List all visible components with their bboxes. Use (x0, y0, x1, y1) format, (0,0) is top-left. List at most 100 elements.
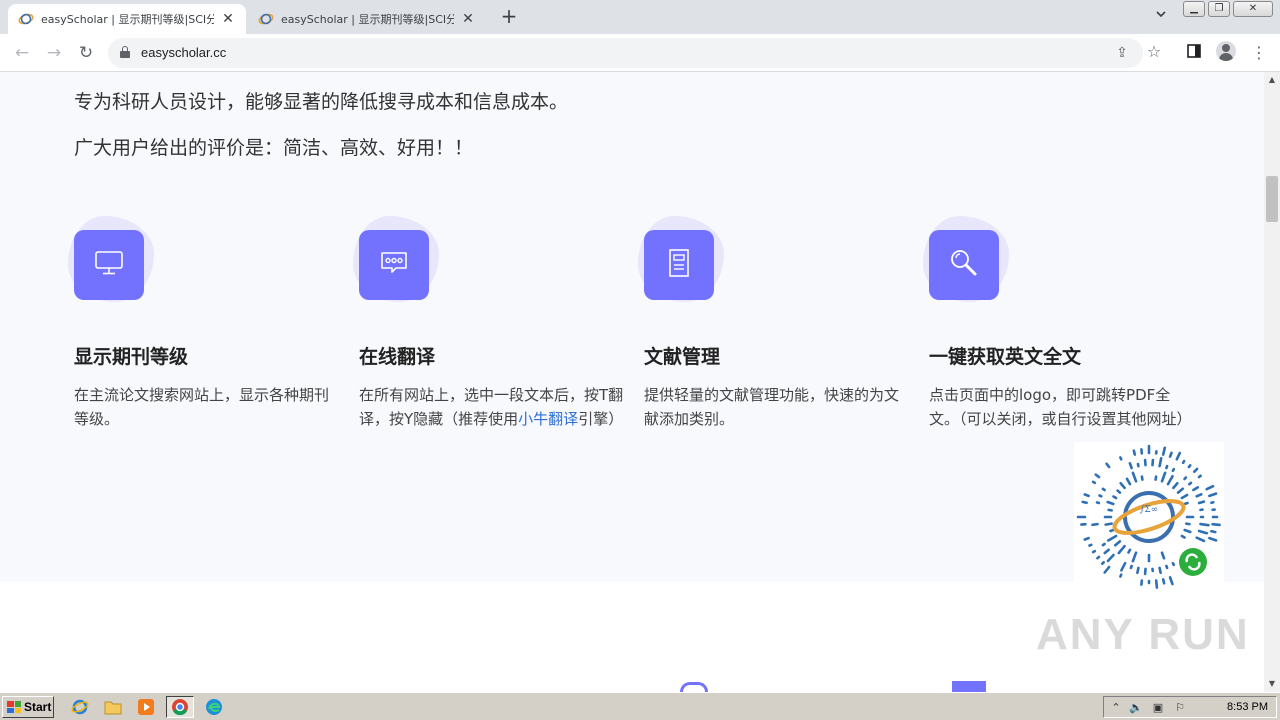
internet-explorer-icon[interactable] (66, 696, 94, 718)
niutrans-link[interactable]: 小牛翻译 (518, 410, 578, 428)
network-icon[interactable]: ▣ (1150, 700, 1166, 716)
edge-icon[interactable] (200, 696, 228, 718)
feature-journal-rank: 显示期刊等级 在主流论文搜索网站上，显示各种期刊等级。 (68, 216, 339, 431)
qr-dash (1188, 481, 1193, 486)
feature-reference-management: 文献管理 提供轻量的文献管理功能，快速的为文献添加类别。 (638, 216, 909, 431)
chrome-taskbar-icon[interactable] (166, 696, 194, 718)
start-label: Start (24, 700, 52, 714)
qr-dash (1113, 540, 1122, 547)
tab-close-icon[interactable]: ✕ (220, 11, 236, 27)
bookmark-star-icon[interactable]: ☆ (1146, 44, 1162, 60)
qr-dash (1180, 534, 1186, 539)
qr-dash (1129, 564, 1133, 570)
forward-arrow-icon[interactable]: → (43, 42, 65, 64)
qr-dash (1160, 471, 1167, 483)
back-arrow-icon[interactable]: ← (11, 42, 33, 64)
qr-dash (1106, 553, 1115, 563)
qr-dash (1160, 551, 1166, 560)
qr-logo-text: ∫Σ∞ (1140, 505, 1159, 515)
feature-description: 在主流论文搜索网站上，显示各种期刊等级。 (74, 386, 330, 428)
taskbar-clock[interactable]: 8:53 PM (1227, 701, 1268, 713)
close-window-button[interactable]: ✕ (1233, 1, 1273, 17)
new-tab-button[interactable]: + (498, 6, 520, 28)
qr-dash (1116, 489, 1122, 494)
reload-icon[interactable]: ↻ (75, 42, 97, 64)
action-center-flag-icon[interactable]: ⚐ (1172, 700, 1188, 716)
qr-dash (1171, 561, 1176, 567)
qr-dash (1106, 500, 1115, 506)
feature-description: 点击页面中的logo，即可跳转PDF全文。（可以关闭，或自行设置其他网址） (929, 386, 1192, 428)
qr-dash (1176, 487, 1184, 494)
qr-dash (1158, 456, 1163, 468)
tab-strip: easyScholar | 显示期刊等级|SCI分区 ✕ easyScholar… (0, 0, 1280, 34)
qr-dash (1211, 522, 1221, 527)
tab-title: easyScholar | 显示期刊等级|SCI分区 (281, 13, 454, 26)
feature-title: 在线翻译 (359, 346, 436, 368)
qr-dash (1197, 500, 1206, 505)
qr-dash (1197, 474, 1202, 479)
minimize-button[interactable]: ▁ (1183, 1, 1205, 17)
qr-dash (1117, 544, 1126, 555)
tab-search-chevron-icon[interactable] (1152, 8, 1170, 26)
tab-easyscholar-2[interactable]: easyScholar | 显示期刊等级|SCI分区 ✕ (248, 4, 486, 34)
qr-dash (1208, 492, 1218, 498)
feature-title: 文献管理 (644, 346, 721, 368)
qr-dash (1083, 536, 1090, 541)
intro-line-1: 专为科研人员设计，能够显著的降低搜寻成本和信息成本。 (74, 91, 569, 113)
qr-dash (1095, 501, 1101, 505)
qr-dash (1171, 467, 1176, 473)
menu-kebab-icon[interactable]: ⋮ (1248, 42, 1270, 64)
qr-dash (1183, 476, 1188, 481)
side-panel-icon[interactable] (1183, 42, 1205, 64)
qr-dash (1183, 528, 1192, 534)
feature-title: 显示期刊等级 (74, 346, 189, 368)
qr-dash (1100, 561, 1106, 565)
qr-dash (1106, 534, 1118, 542)
magnifier-icon (949, 248, 979, 282)
document-icon (666, 248, 692, 282)
qr-dash (1208, 536, 1218, 542)
scroll-down-arrow-icon[interactable]: ▼ (1264, 676, 1280, 692)
qr-dash (1101, 542, 1106, 547)
feature-description: 在所有网站上，选中一段文本后，按T翻译，按Y隐藏（推荐使用小牛翻译引擎） (359, 386, 624, 428)
qr-dash (1165, 564, 1169, 570)
easyscholar-favicon-icon (258, 11, 274, 27)
qr-dash (1127, 548, 1132, 554)
qr-dash (1109, 528, 1115, 533)
qr-dash (1131, 551, 1138, 563)
media-player-icon[interactable] (132, 696, 160, 718)
mini-program-qr-code: ∫Σ∞ (1074, 442, 1224, 592)
restore-button[interactable]: ❐ (1208, 1, 1230, 17)
qr-dash (1136, 566, 1140, 575)
qr-dash (1091, 549, 1097, 554)
url-text: easyscholar.cc (141, 45, 227, 60)
address-bar[interactable]: easyscholar.cc ⇪ ☆ (108, 38, 1161, 68)
profile-avatar-icon[interactable] (1216, 41, 1236, 61)
qr-dash (1195, 536, 1206, 543)
tab-easyscholar-1[interactable]: easyScholar | 显示期刊等级|SCI分区 ✕ (8, 4, 246, 34)
qr-dash (1103, 565, 1111, 574)
qr-dash (1205, 484, 1215, 491)
start-button[interactable]: Start (2, 696, 54, 718)
page-scrollbar[interactable]: ▲ ▼ (1264, 72, 1280, 692)
tab-close-icon[interactable]: ✕ (460, 11, 476, 27)
scroll-thumb[interactable] (1266, 176, 1278, 222)
volume-icon[interactable]: 🔈 (1128, 700, 1144, 716)
qr-dash (1181, 459, 1186, 465)
qr-dash (1132, 449, 1137, 456)
qr-dash (1101, 487, 1106, 492)
windows-flag-icon (7, 701, 21, 713)
qr-dash (1120, 561, 1127, 572)
qr-dash (1128, 461, 1133, 470)
file-explorer-icon[interactable] (99, 696, 127, 718)
qr-dash (1185, 522, 1191, 526)
feature-icon-box (929, 230, 999, 300)
qr-dash (1161, 446, 1167, 456)
lock-icon (120, 46, 130, 58)
qr-dash (1183, 501, 1189, 506)
tray-expand-icon[interactable]: ⌃ (1108, 700, 1124, 716)
scroll-up-arrow-icon[interactable]: ▲ (1264, 72, 1280, 88)
feature-icon-box (644, 230, 714, 300)
qr-dash (1192, 486, 1199, 492)
share-icon[interactable]: ⇪ (1114, 45, 1130, 61)
